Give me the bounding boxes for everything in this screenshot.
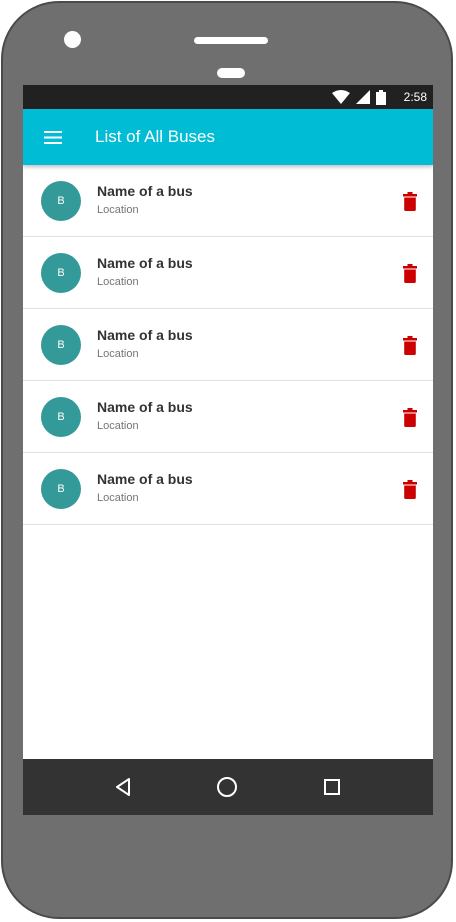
trash-icon — [403, 191, 417, 211]
list-item[interactable]: B Name of a bus Location — [23, 381, 433, 453]
delete-button[interactable] — [397, 478, 423, 500]
menu-button[interactable] — [33, 117, 73, 157]
avatar: B — [41, 469, 81, 509]
recents-button[interactable] — [320, 775, 344, 799]
status-bar: 2:58 — [23, 85, 433, 109]
screen: 2:58 List of All Buses B Name of a bus L… — [23, 85, 433, 815]
list-item[interactable]: B Name of a bus Location — [23, 453, 433, 525]
list-item[interactable]: B Name of a bus Location — [23, 309, 433, 381]
trash-icon — [403, 479, 417, 499]
list-item[interactable]: B Name of a bus Location — [23, 165, 433, 237]
back-icon — [116, 778, 130, 796]
bus-location: Location — [97, 204, 139, 216]
delete-button[interactable] — [397, 406, 423, 428]
system-nav-bar — [23, 759, 433, 815]
bus-name: Name of a bus — [97, 471, 193, 487]
page-title: List of All Buses — [95, 127, 216, 146]
signal-icon — [355, 90, 370, 104]
bus-location: Location — [97, 276, 139, 288]
app-bar: List of All Buses — [23, 109, 433, 165]
bus-location: Location — [97, 420, 139, 432]
bus-name: Name of a bus — [97, 327, 193, 343]
proximity-sensor — [217, 68, 245, 78]
bus-name: Name of a bus — [97, 399, 193, 415]
bus-location: Location — [97, 348, 139, 360]
back-button[interactable] — [112, 775, 136, 799]
delete-button[interactable] — [397, 262, 423, 284]
menu-icon — [44, 130, 62, 144]
front-camera — [64, 31, 81, 48]
recents-icon — [324, 779, 340, 795]
bus-name: Name of a bus — [97, 183, 193, 199]
trash-icon — [403, 263, 417, 283]
status-time: 2:58 — [403, 90, 427, 104]
battery-icon — [375, 89, 386, 105]
delete-button[interactable] — [397, 334, 423, 356]
bus-list: B Name of a bus Location B Name of a bus… — [23, 165, 433, 525]
home-button[interactable] — [215, 775, 239, 799]
avatar: B — [41, 397, 81, 437]
bus-location: Location — [97, 492, 139, 504]
earpiece-speaker — [194, 37, 268, 44]
home-icon — [217, 777, 237, 797]
trash-icon — [403, 407, 417, 427]
avatar: B — [41, 253, 81, 293]
avatar: B — [41, 181, 81, 221]
avatar: B — [41, 325, 81, 365]
trash-icon — [403, 335, 417, 355]
bus-name: Name of a bus — [97, 255, 193, 271]
delete-button[interactable] — [397, 190, 423, 212]
wifi-icon — [331, 90, 350, 104]
list-item[interactable]: B Name of a bus Location — [23, 237, 433, 309]
